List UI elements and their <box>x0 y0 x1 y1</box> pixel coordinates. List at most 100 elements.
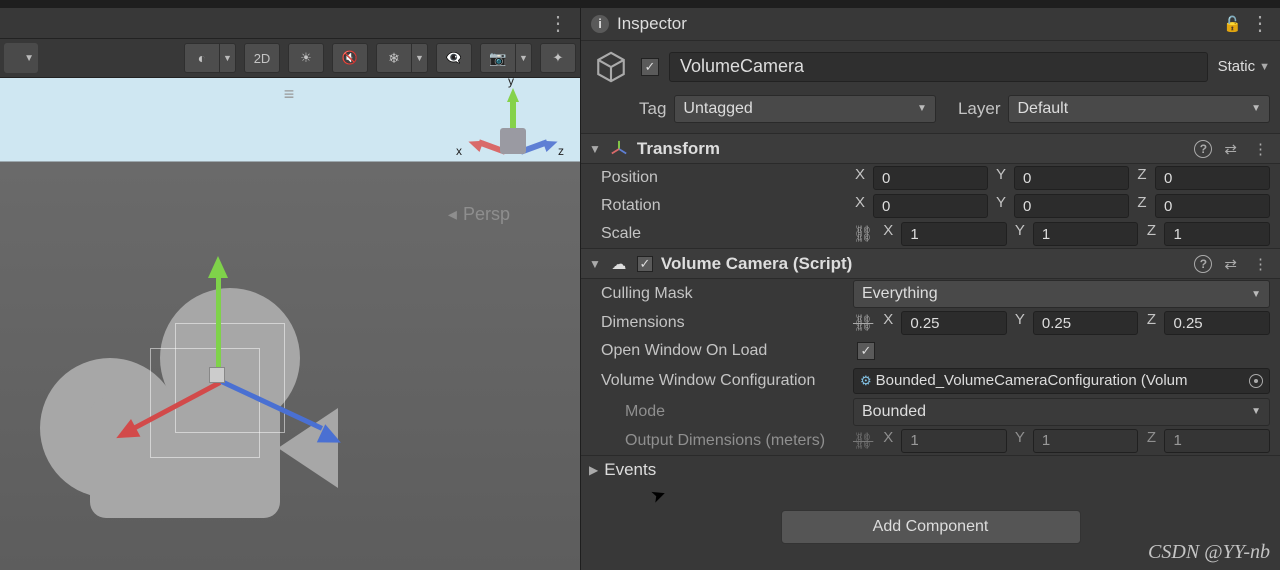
object-picker-icon[interactable] <box>1249 374 1263 388</box>
position-x-field[interactable]: 0 <box>873 166 988 190</box>
preset-icon[interactable]: ⇄ <box>1220 140 1241 158</box>
2d-toggle-button[interactable]: 2D <box>244 43 280 73</box>
output-z-field: 1 <box>1164 429 1270 453</box>
gameobject-name-field[interactable]: VolumeCamera <box>669 52 1208 82</box>
scale-label[interactable]: Scale <box>591 225 847 243</box>
z-label[interactable]: Z <box>1135 166 1149 190</box>
transform-icon <box>609 139 629 159</box>
audio-toggle-button[interactable]: 🔇 <box>332 43 368 73</box>
dimensions-z-field[interactable]: 0.25 <box>1164 311 1270 335</box>
mode-label: Mode <box>591 403 847 421</box>
static-dropdown[interactable]: Static ▼ <box>1218 58 1270 75</box>
axis-z-label: z <box>558 144 564 158</box>
help-icon[interactable]: ? <box>1194 255 1212 273</box>
script-icon: ☁ <box>609 254 629 274</box>
culling-mask-label[interactable]: Culling Mask ➤ <box>591 285 847 303</box>
caret-down-icon: ▼ <box>1251 103 1261 114</box>
link-icon[interactable]: ⛓ <box>853 224 873 244</box>
rotation-z-field[interactable]: 0 <box>1155 194 1270 218</box>
dimensions-row: Dimensions ⛓ X0.25 Y0.25 Z0.25 <box>581 309 1280 337</box>
y-label[interactable]: Y <box>994 194 1008 218</box>
scene-context-menu-icon[interactable]: ⋮ <box>548 11 568 36</box>
y-label[interactable]: Y <box>1013 311 1027 335</box>
scale-x-field[interactable]: 1 <box>901 222 1007 246</box>
foldout-closed-icon[interactable]: ▶ <box>589 463 598 477</box>
scene-viewport[interactable]: ≡ y x z Persp <box>0 78 580 570</box>
light-icon: ☀ <box>300 50 312 66</box>
x-label[interactable]: X <box>853 194 867 218</box>
transform-component-header[interactable]: ▼ Transform ? ⇄ ⋮ <box>581 133 1280 164</box>
gizmo-toggle-button[interactable]: ✦ <box>540 43 576 73</box>
fx-icon: ❄ <box>377 50 411 67</box>
volume-camera-component-header[interactable]: ▼ ☁ Volume Camera (Script) ? ⇄ ⋮ <box>581 248 1280 279</box>
camera-icon: 📷 <box>481 50 515 67</box>
mode-value: Bounded <box>862 403 926 421</box>
add-component-button[interactable]: Add Component <box>781 510 1081 544</box>
position-y-field[interactable]: 0 <box>1014 166 1129 190</box>
perspective-label[interactable]: Persp <box>448 204 510 225</box>
tool-dropdown[interactable]: ▼ <box>4 43 38 73</box>
volume-camera-title: Volume Camera (Script) <box>661 254 1187 274</box>
caret-down-icon: ▼ <box>515 44 531 72</box>
camera-toggle-button[interactable]: 📷▼ <box>480 43 532 73</box>
help-icon[interactable]: ? <box>1194 140 1212 158</box>
culling-mask-dropdown[interactable]: Everything▼ <box>853 280 1270 308</box>
foldout-open-icon[interactable]: ▼ <box>589 257 601 271</box>
position-label[interactable]: Position <box>591 169 847 187</box>
static-label: Static <box>1218 58 1256 75</box>
config-object-field[interactable]: ⚙Bounded_VolumeCameraConfiguration (Volu… <box>853 368 1270 394</box>
caret-down-icon: ▼ <box>1259 61 1270 73</box>
component-context-menu-icon[interactable]: ⋮ <box>1249 255 1272 273</box>
link-off-icon[interactable]: ⛓ <box>853 313 873 333</box>
lighting-toggle-button[interactable]: ☀ <box>288 43 324 73</box>
z-label[interactable]: Z <box>1135 194 1149 218</box>
hidden-toggle-button[interactable]: 👁‍🗨 <box>436 43 472 73</box>
position-row: Position X0 Y0 Z0 <box>581 164 1280 192</box>
config-label[interactable]: Volume Window Configuration <box>591 372 847 390</box>
inspector-context-menu-icon[interactable]: ⋮ <box>1250 11 1270 36</box>
dimensions-y-field[interactable]: 0.25 <box>1033 311 1139 335</box>
layer-dropdown[interactable]: Default ▼ <box>1008 95 1270 123</box>
drag-handle-icon[interactable]: ≡ <box>284 84 297 105</box>
x-label[interactable]: X <box>881 222 895 246</box>
component-context-menu-icon[interactable]: ⋮ <box>1249 140 1272 158</box>
z-label[interactable]: Z <box>1144 311 1158 335</box>
orientation-gizmo[interactable]: y x z <box>460 88 560 188</box>
z-label[interactable]: Z <box>1144 222 1158 246</box>
open-window-checkbox[interactable] <box>857 342 875 360</box>
position-z-field[interactable]: 0 <box>1155 166 1270 190</box>
tag-dropdown[interactable]: Untagged▼ <box>674 95 936 123</box>
dimensions-label[interactable]: Dimensions <box>591 314 847 332</box>
preset-icon[interactable]: ⇄ <box>1220 255 1241 273</box>
scene-tab-row: ⋮ <box>0 8 580 38</box>
scale-z-field[interactable]: 1 <box>1164 222 1270 246</box>
layer-value: Default <box>1017 100 1068 118</box>
rotation-label[interactable]: Rotation <box>591 197 847 215</box>
y-label[interactable]: Y <box>1013 222 1027 246</box>
fx-toggle-button[interactable]: ❄▼ <box>376 43 428 73</box>
scale-row: Scale ⛓ X1 Y1 Z1 <box>581 220 1280 248</box>
transform-title: Transform <box>637 139 1187 159</box>
component-enable-checkbox[interactable] <box>637 256 653 272</box>
caret-down-icon: ▼ <box>917 103 927 114</box>
y-label[interactable]: Y <box>994 166 1008 190</box>
rotation-x-field[interactable]: 0 <box>873 194 988 218</box>
x-label[interactable]: X <box>853 166 867 190</box>
lock-icon[interactable]: 🔓 <box>1223 15 1242 33</box>
gameobject-enable-checkbox[interactable] <box>641 58 659 76</box>
dimensions-x-field[interactable]: 0.25 <box>901 311 1007 335</box>
open-window-label[interactable]: Open Window On Load <box>591 342 847 360</box>
draw-mode-button[interactable]: ◐▼ <box>184 43 236 73</box>
gameobject-icon[interactable] <box>591 47 631 87</box>
x-label: X <box>881 429 895 453</box>
events-foldout[interactable]: ▶ Events <box>581 455 1280 484</box>
config-value: Bounded_VolumeCameraConfiguration (Volum <box>876 372 1188 389</box>
x-label[interactable]: X <box>881 311 895 335</box>
eye-off-icon: 👁‍🗨 <box>446 50 462 66</box>
caret-down-icon: ▼ <box>1251 406 1261 417</box>
foldout-open-icon[interactable]: ▼ <box>589 142 601 156</box>
events-label: Events <box>604 460 656 480</box>
inspector-title: Inspector <box>617 14 1215 34</box>
scale-y-field[interactable]: 1 <box>1033 222 1139 246</box>
rotation-y-field[interactable]: 0 <box>1014 194 1129 218</box>
